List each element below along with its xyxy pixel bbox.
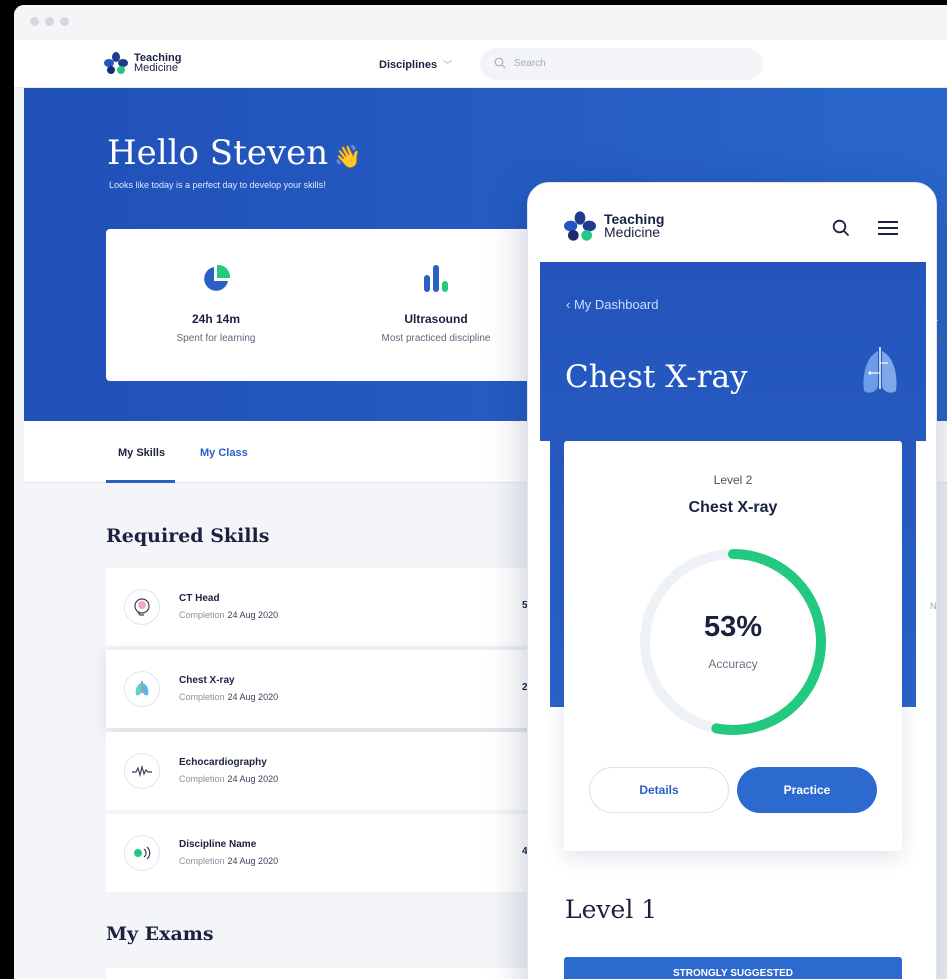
stat-top-discipline: Ultrasound Most practiced discipline (326, 229, 546, 381)
mobile-mockup: Teaching Medicine ‹ My Dashboard Chest X… (527, 182, 937, 979)
prev-card-peek (540, 441, 550, 851)
mobile-header: Teaching Medicine (528, 183, 936, 262)
next-card-peek (916, 441, 926, 851)
chevron-left-icon: ‹ (566, 297, 574, 312)
my-exams-heading: My Exams (106, 923, 214, 945)
required-skills-heading: Required Skills (106, 525, 270, 547)
skill-row[interactable]: Chest X-ray Completion 24 Aug 2020 2 (106, 650, 546, 728)
search-input[interactable]: Search (480, 48, 763, 80)
search-placeholder: Search (514, 58, 546, 69)
completion-label: Completion (179, 692, 225, 702)
stats-card: 24h 14m Spent for learning Ultrasound Mo… (106, 229, 546, 381)
lung-xray-icon (863, 347, 897, 393)
skill-completion: Completion 24 Aug 2020 (179, 774, 278, 784)
completion-date: 24 Aug 2020 (227, 610, 279, 620)
mobile-page-title: Chest X-ray (565, 359, 748, 395)
stat-value: 24h 14m (191, 312, 241, 326)
skill-name: CT Head (179, 593, 220, 604)
search-icon[interactable] (832, 219, 850, 237)
skill-completion: Completion 24 Aug 2020 (179, 856, 278, 866)
window-minimize-dot[interactable] (45, 17, 54, 26)
completion-label: Completion (179, 610, 225, 620)
exam-row[interactable] (106, 968, 546, 979)
level-card: Level 2 Chest X-ray 53% Accuracy Details… (564, 441, 902, 851)
next-card-text-peek: NG (930, 601, 937, 611)
back-label: My Dashboard (573, 297, 659, 312)
top-navbar: Teaching Medicine Disciplines ﹀ Search (14, 40, 947, 88)
accuracy-percentage: 53% (703, 611, 763, 643)
brand-line2: Medicine (134, 62, 179, 74)
skill-name: Echocardiography (179, 757, 267, 768)
greeting-text: Hello Steven (107, 133, 329, 173)
active-tab-indicator (106, 480, 175, 483)
window-maximize-dot[interactable] (60, 17, 69, 26)
brand-line2: Medicine (604, 224, 661, 240)
stat-value: Ultrasound (404, 312, 468, 326)
waving-hand-icon: 👋 (334, 145, 362, 170)
tab-my-class[interactable]: My Class (200, 447, 248, 459)
lungs-icon (124, 671, 160, 707)
back-to-dashboard-link[interactable]: ‹ My Dashboard (566, 297, 659, 312)
signal-icon (124, 835, 160, 871)
skill-row[interactable]: Echocardiography Completion 24 Aug 2020 (106, 732, 546, 810)
level-skill-name: Chest X-ray (688, 499, 778, 516)
search-icon (494, 57, 506, 69)
window-close-dot[interactable] (30, 17, 39, 26)
hamburger-menu-icon[interactable] (878, 220, 898, 236)
practice-button[interactable]: Practice (737, 767, 877, 813)
greeting-subtitle: Looks like today is a perfect day to dev… (109, 180, 326, 190)
skill-name: Discipline Name (179, 839, 257, 850)
chevron-down-icon: ﹀ (443, 60, 453, 70)
brand-name: Teaching Medicine (134, 53, 181, 74)
skill-completion: Completion 24 Aug 2020 (179, 692, 278, 702)
bar-chart-icon (424, 265, 448, 292)
disciplines-label: Disciplines (379, 59, 438, 71)
brand-name: Teaching Medicine (604, 212, 664, 240)
completion-date: 24 Aug 2020 (227, 856, 279, 866)
completion-date: 24 Aug 2020 (227, 774, 279, 784)
tab-my-skills[interactable]: My Skills (118, 447, 165, 459)
completion-label: Completion (179, 774, 225, 784)
stat-label: Spent for learning (176, 333, 256, 344)
disciplines-dropdown[interactable]: Disciplines ﹀ (379, 58, 452, 71)
skill-row[interactable]: CT Head Completion 24 Aug 2020 5 (106, 568, 546, 646)
details-button[interactable]: Details (589, 767, 729, 813)
completion-date: 24 Aug 2020 (227, 692, 279, 702)
skill-completion: Completion 24 Aug 2020 (179, 610, 278, 620)
brand-logo-link[interactable]: Teaching Medicine (104, 52, 181, 74)
asterisk-logo-icon (104, 52, 128, 74)
asterisk-logo-icon (564, 211, 596, 241)
greeting-title: Hello Steven 👋 (107, 133, 362, 173)
strongly-suggested-banner[interactable]: STRONGLY SUGGESTED (564, 957, 902, 979)
heartbeat-icon (124, 753, 160, 789)
level1-heading: Level 1 (565, 895, 658, 924)
browser-titlebar (14, 5, 947, 40)
stat-label: Most practiced discipline (381, 333, 491, 344)
level-label: Level 2 (713, 473, 753, 487)
skill-name: Chest X-ray (179, 675, 235, 686)
stat-learning-time: 24h 14m Spent for learning (106, 229, 326, 381)
mobile-brand-logo[interactable]: Teaching Medicine (564, 211, 664, 241)
skill-row[interactable]: Discipline Name Completion 24 Aug 2020 4 (106, 814, 546, 892)
brain-icon (124, 589, 160, 625)
completion-label: Completion (179, 856, 225, 866)
accuracy-label: Accuracy (708, 657, 758, 671)
pie-chart-icon (204, 264, 231, 291)
